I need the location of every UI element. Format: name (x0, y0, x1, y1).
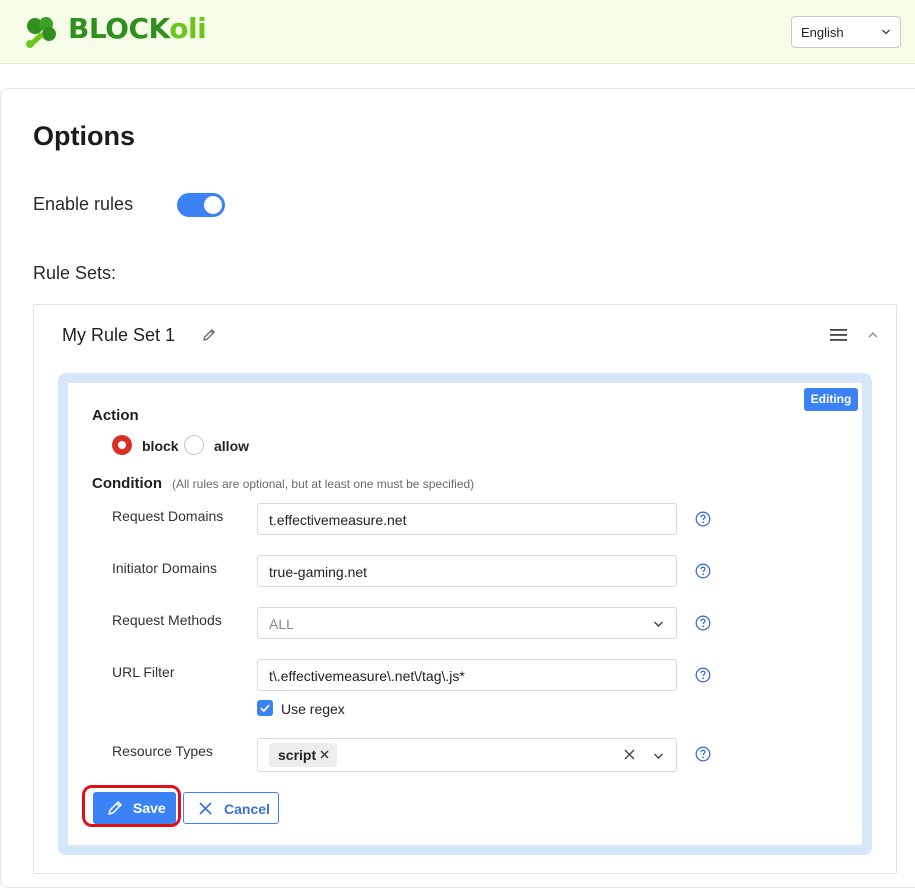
condition-hint: (All rules are optional, but at least on… (172, 477, 475, 491)
ruleset-name: My Rule Set 1 (62, 325, 176, 345)
chevron-down-icon (654, 753, 663, 759)
radio-block[interactable] (112, 435, 132, 455)
help-icon[interactable] (695, 746, 711, 762)
radio-block-label[interactable]: block (142, 438, 179, 454)
help-icon[interactable] (695, 563, 711, 579)
initiator-domains-input[interactable]: true-gaming.net (257, 555, 677, 587)
url-filter-input[interactable]: t\.effectivemeasure\.net\/tag\.js* (257, 659, 677, 691)
help-icon[interactable] (695, 667, 711, 683)
request-methods-value: ALL (269, 616, 294, 632)
clear-all-close-icon[interactable] (624, 749, 635, 760)
menu-hamburger-icon[interactable] (830, 328, 847, 342)
use-regex-label[interactable]: Use regex (281, 701, 345, 717)
url-filter-value: t\.effectivemeasure\.net\/tag\.js* (269, 668, 465, 684)
app-header: BLOCKoli English (0, 0, 915, 64)
initiator-domains-value: true-gaming.net (269, 564, 368, 580)
condition-title: Condition (92, 475, 162, 492)
language-value: English (801, 25, 844, 40)
close-icon (199, 802, 212, 815)
request-methods-select[interactable]: ALL (257, 607, 677, 639)
radio-allow[interactable] (184, 435, 204, 455)
resource-types-label: Resource Types (112, 743, 213, 759)
save-button-label: Save (133, 800, 166, 816)
collapse-chevron-up-icon[interactable] (867, 330, 879, 340)
request-domains-label: Request Domains (112, 508, 224, 524)
editing-badge: Editing (804, 388, 858, 411)
radio-allow-label[interactable]: allow (214, 438, 249, 454)
enable-rules-toggle[interactable] (177, 193, 225, 217)
initiator-domains-label: Initiator Domains (112, 560, 218, 576)
edit-name-pencil-icon[interactable] (201, 327, 217, 343)
resource-type-tag: script (269, 743, 337, 767)
cancel-button[interactable]: Cancel (183, 792, 279, 824)
app-logo-text[interactable]: BLOCKoli (68, 12, 207, 45)
language-select[interactable]: English (791, 16, 901, 48)
toggle-knob (204, 196, 222, 214)
enable-rules-label: Enable rules (33, 194, 134, 214)
broccoli-logo-icon (26, 17, 56, 48)
save-button[interactable]: Save (93, 792, 176, 824)
help-icon[interactable] (695, 511, 711, 527)
request-domains-input[interactable]: t.effectivemeasure.net (257, 503, 677, 535)
remove-tag-close-icon[interactable] (320, 750, 329, 759)
cancel-button-label: Cancel (224, 801, 270, 817)
resource-type-tag-label: script (278, 747, 317, 763)
rule-sets-label: Rule Sets: (33, 263, 117, 283)
url-filter-label: URL Filter (112, 664, 175, 680)
pencil-icon (108, 801, 122, 815)
request-domains-value: t.effectivemeasure.net (269, 512, 407, 528)
checkmark-icon (260, 704, 270, 713)
help-icon[interactable] (695, 615, 711, 631)
request-methods-label: Request Methods (112, 612, 222, 628)
use-regex-checkbox[interactable] (257, 700, 273, 716)
chevron-down-icon (882, 29, 890, 35)
page-title: Options (33, 121, 135, 151)
action-title: Action (92, 407, 139, 424)
chevron-down-icon (654, 621, 663, 627)
